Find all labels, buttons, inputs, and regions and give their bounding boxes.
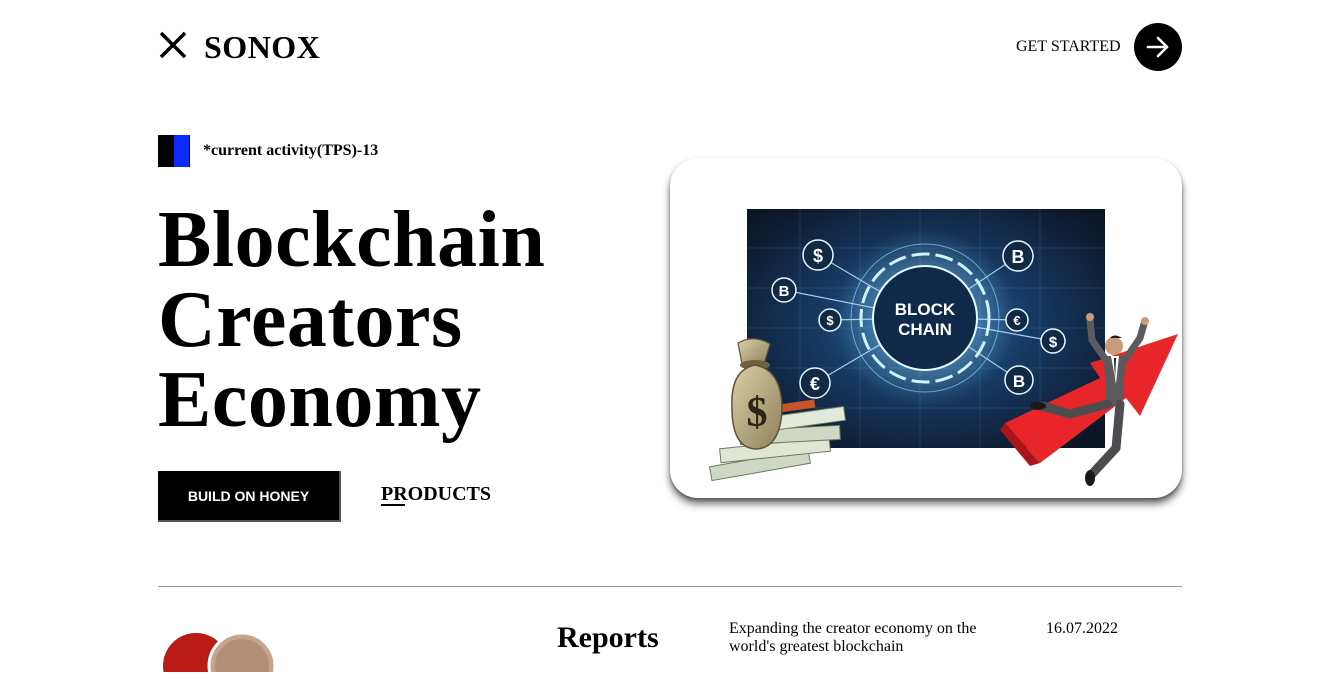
reports-heading: Reports	[557, 621, 659, 654]
svg-text:$: $	[826, 313, 834, 328]
coin-icon: B	[771, 277, 797, 303]
report-description[interactable]: Expanding the creator economy on the wor…	[729, 620, 999, 656]
x-cross-icon[interactable]	[158, 30, 188, 60]
svg-text:B: B	[1013, 372, 1025, 391]
svg-text:B: B	[1012, 247, 1025, 267]
hero-image-card: BLOCK CHAIN $ B $ € € $ B B $	[670, 158, 1182, 498]
arrow-right-icon	[1146, 36, 1169, 58]
blockchain-illustration: BLOCK CHAIN $ B $ € € $ B B $	[708, 209, 1178, 486]
coin-icon: B	[1002, 240, 1034, 272]
block-label: BLOCK	[895, 300, 956, 319]
products-link[interactable]: PRODUCTS	[381, 482, 491, 506]
build-on-honey-button[interactable]: BUILD ON HONEY	[158, 471, 341, 522]
chain-label: CHAIN	[898, 320, 952, 339]
hero-title-line: Economy	[158, 356, 482, 444]
svg-text:€: €	[1013, 313, 1020, 328]
coin-icon: $	[802, 239, 834, 271]
coin-icon: B	[1004, 365, 1034, 395]
svg-text:€: €	[810, 374, 820, 394]
activity-indicator-icon	[158, 135, 190, 167]
get-started-button[interactable]	[1134, 23, 1182, 71]
coin-icon: €	[799, 367, 831, 399]
get-started-link[interactable]: GET STARTED	[1016, 37, 1121, 57]
hero-title: Blockchain Creators Economy	[158, 200, 545, 440]
coin-icon: €	[1005, 308, 1029, 332]
svg-text:$: $	[813, 246, 823, 266]
avatar-group	[158, 631, 288, 677]
products-underline	[381, 504, 405, 506]
brand-name[interactable]: SONOX	[204, 28, 320, 66]
svg-text:$: $	[1049, 334, 1058, 351]
hero-title-line: Blockchain	[158, 196, 546, 284]
coin-icon: $	[1040, 328, 1066, 354]
hero-title-line: Creators	[158, 276, 463, 364]
svg-text:$: $	[747, 390, 768, 436]
coin-icon: $	[818, 308, 842, 332]
svg-text:B: B	[779, 283, 790, 300]
activity-status: *current activity(TPS)-13	[203, 142, 379, 159]
report-date: 16.07.2022	[1046, 620, 1118, 637]
section-divider	[158, 586, 1182, 587]
